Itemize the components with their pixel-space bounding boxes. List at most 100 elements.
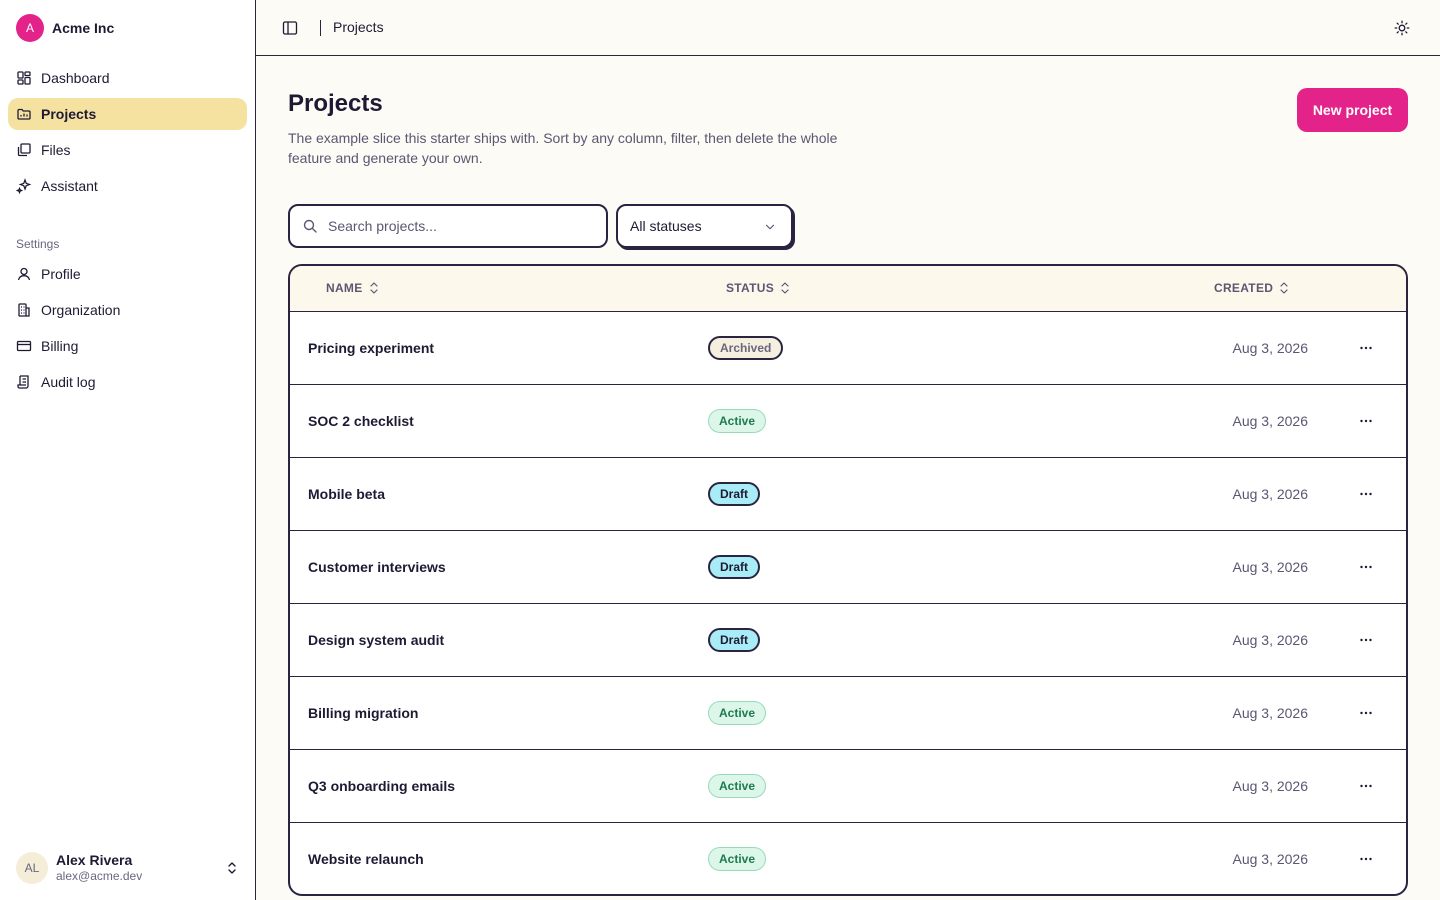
sidebar-item-audit-log[interactable]: Audit log <box>8 366 247 398</box>
topbar: Projects <box>256 0 1440 56</box>
project-name[interactable]: Q3 onboarding emails <box>308 778 455 794</box>
more-horizontal-icon[interactable] <box>1358 559 1374 575</box>
status-badge: Archived <box>708 336 784 360</box>
topbar-divider <box>320 20 321 36</box>
table-body: Pricing experiment Archived Aug 3, 2026 SOC… <box>290 312 1406 894</box>
sidebar-item-label: Audit log <box>41 374 96 390</box>
sort-icon <box>1280 282 1288 294</box>
more-horizontal-icon[interactable] <box>1358 632 1374 648</box>
user-menu[interactable]: AL Alex Rivera alex@acme.dev <box>16 852 240 884</box>
sidebar-item-projects[interactable]: Projects <box>8 98 247 130</box>
table-row[interactable]: Website relaunch Active Aug 3, 2026 <box>290 823 1406 894</box>
sidebar-item-files[interactable]: Files <box>8 134 247 166</box>
status-badge: Draft <box>708 628 761 652</box>
table-row[interactable]: SOC 2 checklist Active Aug 3, 2026 <box>290 385 1406 458</box>
created-date: Aug 3, 2026 <box>1232 340 1308 356</box>
page-title: Projects <box>288 90 383 117</box>
table-row[interactable]: Customer interviews Draft Aug 3, 2026 <box>290 531 1406 604</box>
chevron-down-icon <box>765 224 775 230</box>
status-filter-value: All statuses <box>630 218 702 234</box>
scroll-icon <box>17 375 29 389</box>
org-name: Acme Inc <box>52 20 115 36</box>
search-icon <box>303 219 317 233</box>
sidebar-item-label: Files <box>41 142 71 158</box>
user-icon <box>17 267 31 281</box>
status-badge: Active <box>708 701 767 725</box>
project-name[interactable]: Customer interviews <box>308 559 446 575</box>
column-header-created[interactable]: CREATED <box>1214 281 1289 295</box>
project-name[interactable]: Design system audit <box>308 632 444 648</box>
avatar: AL <box>16 852 48 884</box>
sidebar-item-profile[interactable]: Profile <box>8 258 247 290</box>
sidebar-item-label: Assistant <box>41 178 98 194</box>
table-row[interactable]: Q3 onboarding emails Active Aug 3, 2026 <box>290 750 1406 823</box>
project-name[interactable]: Website relaunch <box>308 851 424 867</box>
user-email: alex@acme.dev <box>56 869 143 884</box>
search-box[interactable] <box>288 204 608 248</box>
more-horizontal-icon[interactable] <box>1358 340 1374 356</box>
search-input[interactable] <box>328 218 588 234</box>
project-name[interactable]: Billing migration <box>308 705 418 721</box>
credit-card-icon <box>16 340 32 352</box>
projects-icon <box>17 108 31 120</box>
sidebar-item-assistant[interactable]: Assistant <box>8 170 247 202</box>
created-date: Aug 3, 2026 <box>1232 705 1308 721</box>
status-badge: Draft <box>708 555 761 579</box>
table-row[interactable]: Design system audit Draft Aug 3, 2026 <box>290 604 1406 677</box>
sun-icon[interactable] <box>1394 20 1410 36</box>
sidebar-item-label: Billing <box>41 338 79 354</box>
created-date: Aug 3, 2026 <box>1232 851 1308 867</box>
project-name[interactable]: Mobile beta <box>308 486 385 502</box>
project-name[interactable]: SOC 2 checklist <box>308 413 414 429</box>
sidebar: A Acme Inc Dashboard Projects Files Assi… <box>0 0 256 900</box>
more-horizontal-icon[interactable] <box>1358 778 1374 794</box>
status-badge: Active <box>708 774 767 798</box>
column-header-name[interactable]: NAME <box>326 281 379 295</box>
column-label: CREATED <box>1214 281 1274 295</box>
status-badge: Draft <box>708 482 761 506</box>
column-label: NAME <box>326 281 363 295</box>
org-switcher[interactable]: A Acme Inc <box>16 14 114 42</box>
sparkles-icon <box>16 178 32 194</box>
more-horizontal-icon[interactable] <box>1358 705 1374 721</box>
more-horizontal-icon[interactable] <box>1358 486 1374 502</box>
table-row[interactable]: Billing migration Active Aug 3, 2026 <box>290 677 1406 750</box>
project-name[interactable]: Pricing experiment <box>308 340 434 356</box>
chevrons-up-down-icon[interactable] <box>224 860 240 876</box>
status-badge: Active <box>708 409 767 433</box>
sidebar-item-billing[interactable]: Billing <box>8 330 247 362</box>
sidebar-item-label: Profile <box>41 266 81 282</box>
column-header-status[interactable]: STATUS <box>726 281 790 295</box>
user-name: Alex Rivera <box>56 852 133 869</box>
breadcrumb: Projects <box>333 19 384 35</box>
table-row[interactable]: Mobile beta Draft Aug 3, 2026 <box>290 458 1406 531</box>
created-date: Aug 3, 2026 <box>1232 632 1308 648</box>
projects-table: NAME STATUS CREATED Pricing experiment Ar… <box>288 264 1408 896</box>
created-date: Aug 3, 2026 <box>1232 559 1308 575</box>
sort-icon <box>369 282 378 294</box>
building-icon <box>18 303 30 317</box>
more-horizontal-icon[interactable] <box>1358 413 1374 429</box>
sidebar-item-dashboard[interactable]: Dashboard <box>8 62 247 94</box>
sidebar-item-label: Projects <box>41 106 97 122</box>
status-badge: Active <box>708 847 767 871</box>
settings-nav: Profile Organization Billing Audit log <box>8 258 247 402</box>
sidebar-toggle-icon[interactable] <box>282 20 298 36</box>
created-date: Aug 3, 2026 <box>1232 778 1308 794</box>
new-project-button[interactable]: New project <box>1297 88 1408 132</box>
status-filter-select[interactable]: All statuses <box>616 204 793 248</box>
created-date: Aug 3, 2026 <box>1232 486 1308 502</box>
table-row[interactable]: Pricing experiment Archived Aug 3, 2026 <box>290 312 1406 385</box>
table-header: NAME STATUS CREATED <box>290 266 1406 312</box>
main-nav: Dashboard Projects Files Assistant <box>8 62 247 206</box>
column-label: STATUS <box>726 281 775 295</box>
sidebar-item-organization[interactable]: Organization <box>8 294 247 326</box>
sidebar-item-label: Organization <box>41 302 121 318</box>
dashboard-icon <box>17 71 31 85</box>
files-icon <box>17 143 31 157</box>
settings-section-label: Settings <box>16 237 60 251</box>
created-date: Aug 3, 2026 <box>1232 413 1308 429</box>
more-horizontal-icon[interactable] <box>1358 851 1374 867</box>
sort-icon <box>781 282 789 294</box>
sidebar-item-label: Dashboard <box>41 70 110 86</box>
